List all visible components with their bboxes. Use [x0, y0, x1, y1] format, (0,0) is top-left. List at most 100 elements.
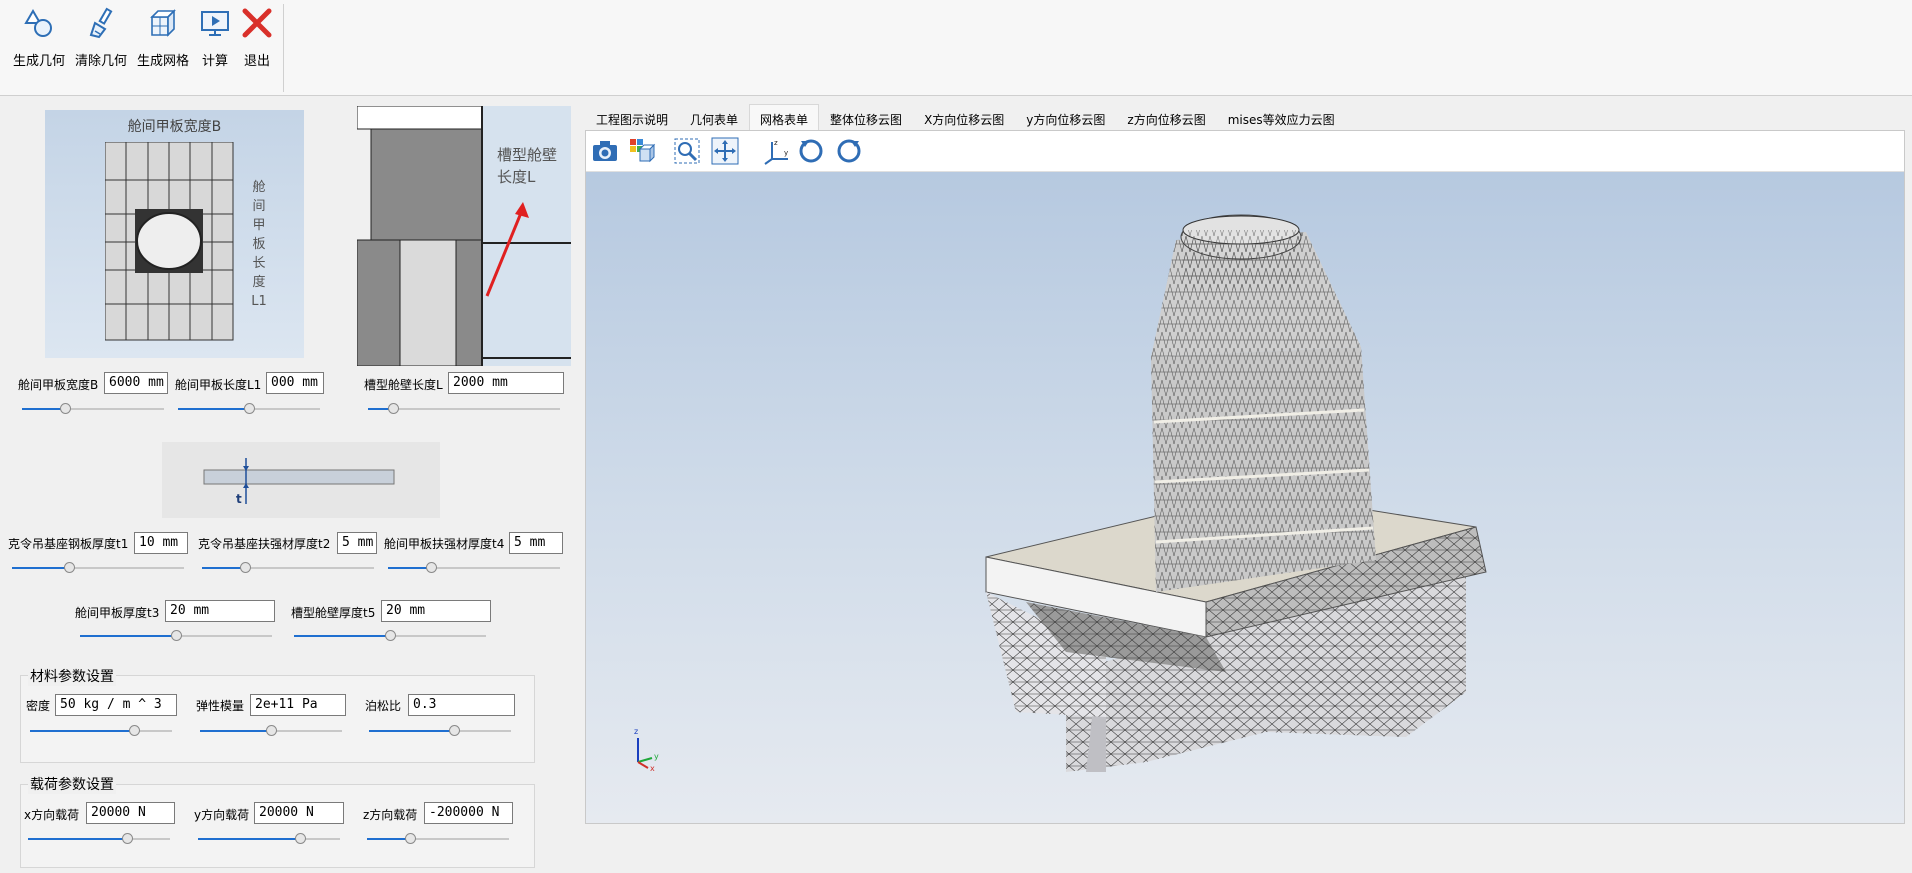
deck-t3-slider[interactable] — [80, 630, 272, 642]
toolbar-separator — [283, 4, 284, 92]
deck-stiffener-t4-slider[interactable] — [388, 562, 560, 574]
brush-icon — [84, 6, 118, 40]
bulkhead-length-label: 槽型舱壁长度L — [364, 378, 443, 392]
material-group-title: 材料参数设置 — [28, 666, 116, 686]
mesh-model — [637, 214, 1487, 772]
clear-geometry-button[interactable]: 清除几何 — [74, 6, 128, 70]
svg-text:z: z — [774, 139, 778, 147]
compute-button[interactable]: 计算 — [198, 6, 232, 70]
tab-0[interactable]: 工程图示说明 — [585, 104, 679, 130]
slider-thumb[interactable] — [404, 833, 416, 844]
color-map-icon[interactable] — [628, 137, 658, 165]
deck-t3-input[interactable]: 20 mm — [165, 600, 275, 622]
poisson-slider[interactable] — [369, 725, 511, 737]
deck-width-label: 舱间甲板宽度B — [18, 378, 99, 392]
density-input[interactable]: 50 kg / m ^ 3 — [55, 694, 177, 716]
bulkhead-t5-input[interactable]: 20 mm — [381, 600, 491, 622]
crane-stiffener-t2-slider[interactable] — [202, 562, 374, 574]
rotate-left-icon[interactable] — [796, 137, 826, 165]
crane-base-t1-slider[interactable] — [12, 562, 184, 574]
modulus-input[interactable]: 2e+11 Pa — [250, 694, 346, 716]
z-load-input[interactable]: -200000 N — [424, 802, 513, 824]
thickness-diagram: t — [162, 442, 440, 518]
material-group — [20, 675, 535, 763]
bulkhead-t5-label: 槽型舱壁厚度t5 — [291, 606, 376, 620]
bulkhead-t5-slider[interactable] — [294, 630, 486, 642]
shapes-icon — [22, 6, 56, 40]
y-load-slider[interactable] — [198, 833, 340, 845]
main-toolbar: 生成几何 清除几何 生成网格 计算 退出 — [0, 0, 1912, 96]
rotate-right-icon[interactable] — [834, 137, 864, 165]
slider-thumb[interactable] — [122, 833, 134, 844]
crane-stiffener-t2-input[interactable]: 5 mm — [337, 532, 377, 554]
tab-7[interactable]: mises等效应力云图 — [1217, 104, 1346, 130]
deck-stiffener-t4-label: 舱间甲板扶强材厚度t4 — [384, 537, 505, 551]
bulkhead-length-input[interactable]: 2000 mm — [448, 372, 564, 394]
crane-tower — [1151, 214, 1376, 592]
camera-icon[interactable] — [590, 137, 620, 165]
slider-thumb[interactable] — [59, 403, 71, 414]
generate-mesh-button[interactable]: 生成网格 — [136, 6, 190, 70]
clear-geometry-label: 清除几何 — [74, 54, 127, 69]
deck-stiffener-t4-input[interactable]: 5 mm — [509, 532, 563, 554]
slider-thumb[interactable] — [426, 562, 437, 573]
zoom-fit-icon[interactable] — [672, 137, 702, 165]
close-icon — [240, 6, 274, 40]
plate-drawing — [203, 458, 395, 504]
slider-thumb[interactable] — [171, 630, 182, 641]
tab-2[interactable]: 网格表单 — [749, 104, 820, 130]
z-load-label: z方向载荷 — [363, 808, 418, 822]
z-load-slider[interactable] — [367, 833, 509, 845]
tab-1[interactable]: 几何表单 — [679, 104, 749, 130]
slider-thumb[interactable] — [266, 725, 277, 736]
slider-thumb[interactable] — [387, 403, 399, 414]
3d-scene[interactable]: z y x — [586, 172, 1904, 823]
slider-thumb[interactable] — [295, 833, 307, 844]
generate-mesh-label: 生成网格 — [136, 54, 189, 69]
crane-base-t1-input[interactable]: 10 mm — [134, 532, 188, 554]
deck-width-slider[interactable] — [22, 403, 164, 415]
monitor-play-icon — [198, 6, 232, 40]
bulkhead-label-line2: 长度L — [497, 168, 536, 186]
tab-bar: 工程图示说明 几何表单 网格表单 整体位移云图 X方向位移云图 y方向位移云图 z方向位移云… — [585, 104, 1346, 130]
deck-length-input[interactable]: 000 mm — [266, 372, 324, 394]
exit-label: 退出 — [243, 54, 270, 69]
poisson-label: 泊松比 — [365, 699, 402, 713]
deck-width-input[interactable]: 6000 mm — [104, 372, 168, 394]
tab-3[interactable]: 整体位移云图 — [819, 104, 913, 130]
axes-icon[interactable]: zy — [762, 137, 792, 165]
deck-length-slider[interactable] — [178, 403, 320, 415]
cube-grid-icon — [146, 6, 180, 40]
x-load-slider[interactable] — [28, 833, 170, 845]
tab-6[interactable]: z方向位移云图 — [1116, 104, 1216, 130]
deck-grid-drawing — [105, 142, 234, 341]
deck-length-field-label: 舱间甲板长度L1 — [175, 378, 262, 392]
bulkhead-label-line1: 槽型舱壁 — [497, 146, 558, 164]
crane-base-t1-label: 克令吊基座钢板厚度t1 — [8, 537, 129, 551]
slider-thumb[interactable] — [449, 725, 461, 736]
load-group-title: 载荷参数设置 — [28, 774, 116, 794]
poisson-input[interactable]: 0.3 — [408, 694, 515, 716]
slider-thumb[interactable] — [128, 725, 140, 736]
tab-5[interactable]: y方向位移云图 — [1015, 104, 1116, 130]
slider-thumb[interactable] — [385, 630, 396, 641]
slider-thumb[interactable] — [244, 403, 255, 414]
bulkhead-diagram: 槽型舱壁 长度L — [357, 106, 571, 366]
slider-thumb[interactable] — [63, 562, 75, 573]
modulus-slider[interactable] — [200, 725, 342, 737]
exit-button[interactable]: 退出 — [240, 6, 274, 70]
slider-thumb[interactable] — [240, 562, 251, 573]
pan-icon[interactable] — [710, 137, 740, 165]
deck-length-label: 舱间甲板长度L1 — [251, 180, 267, 309]
bulkhead-length-slider[interactable] — [368, 403, 560, 415]
deck-diagram: 舱间甲板宽度B 舱间甲板长度L1 — [45, 110, 304, 358]
axis-y-label: y — [654, 752, 659, 761]
y-load-input[interactable]: 20000 N — [254, 802, 344, 824]
tab-4[interactable]: X方向位移云图 — [913, 104, 1015, 130]
compute-label: 计算 — [201, 54, 228, 69]
generate-geometry-button[interactable]: 生成几何 — [12, 6, 66, 70]
density-slider[interactable] — [30, 725, 172, 737]
parameter-panel: 舱间甲板宽度B 舱间甲板长度L1 槽型舱壁 长度L 舱间甲板宽度B 6000 m… — [0, 96, 575, 873]
axis-z-label: z — [634, 727, 639, 736]
x-load-input[interactable]: 20000 N — [86, 802, 175, 824]
